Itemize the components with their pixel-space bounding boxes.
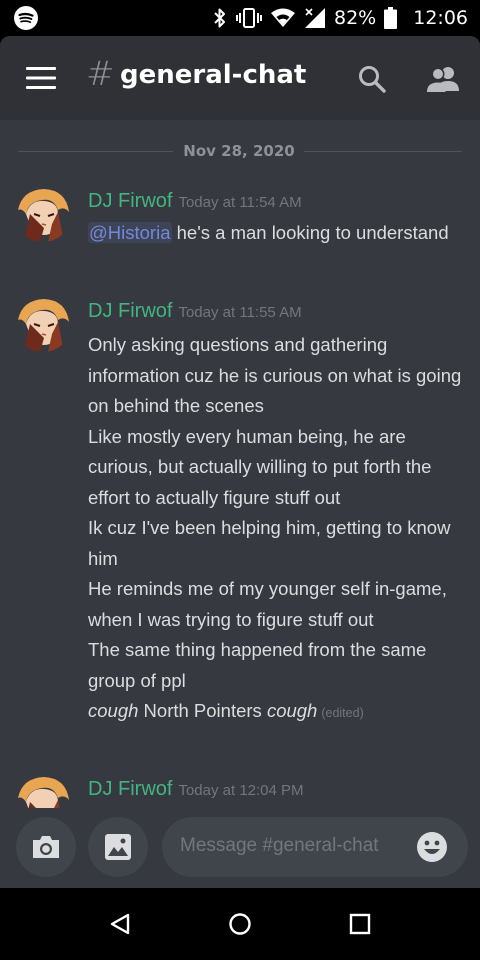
members-icon[interactable] [426, 64, 460, 94]
image-button[interactable] [88, 817, 148, 877]
emoji-icon[interactable] [416, 831, 448, 863]
message-text: he's a man looking to understand [171, 222, 449, 243]
message-line-last: cough North Pointers cough (edited) [88, 696, 468, 729]
message-author[interactable]: DJ Firwof [88, 190, 172, 212]
chat-app: # general-chat Nov 28, 2020 DJ Firwof To… [0, 36, 480, 888]
message-timestamp: Today at 11:54 AM [178, 194, 302, 211]
message-input-placeholder: Message #general-chat [180, 835, 379, 856]
signal-icon [305, 8, 325, 28]
message-timestamp: Today at 11:55 AM [178, 304, 302, 321]
message-text: North Pointers [138, 700, 267, 721]
battery-percent: 82% [334, 7, 377, 29]
avatar[interactable] [14, 184, 72, 242]
message-input[interactable]: Message #general-chat [162, 817, 468, 877]
status-bar: 82% 12:06 [0, 0, 480, 36]
menu-icon[interactable] [26, 66, 56, 90]
italic-text: cough [266, 700, 318, 721]
recents-icon[interactable] [348, 912, 372, 936]
date-divider-label: Nov 28, 2020 [183, 142, 295, 160]
channel-hash-icon: # [86, 54, 115, 94]
search-icon[interactable] [358, 65, 386, 93]
channel-header: # general-chat [0, 36, 480, 120]
message-author[interactable]: DJ Firwof [88, 300, 172, 322]
channel-title: general-chat [120, 60, 307, 90]
system-nav-bar [0, 888, 480, 960]
message-timestamp: Today at 12:04 PM [178, 782, 304, 799]
message-author[interactable]: DJ Firwof [88, 778, 172, 800]
battery-icon [384, 7, 398, 29]
bluetooth-icon [214, 8, 225, 28]
date-divider: Nov 28, 2020 [18, 140, 462, 162]
wifi-icon [271, 8, 295, 27]
message-line: He reminds me of my younger self in-game… [88, 578, 447, 630]
message-input-bar: Message #general-chat [0, 808, 480, 888]
image-icon [105, 834, 131, 860]
user-mention[interactable]: @Historia [88, 222, 172, 243]
message-line: Like mostly every human being, he are cu… [88, 425, 432, 508]
edited-label: (edited) [321, 706, 364, 720]
clock: 12:06 [413, 7, 468, 29]
vibrate-icon [236, 8, 262, 28]
camera-button[interactable] [16, 817, 76, 877]
message-line: The same thing happened from the same gr… [88, 639, 427, 691]
italic-text: cough [88, 700, 139, 721]
back-icon[interactable] [109, 912, 133, 936]
spotify-icon [14, 6, 38, 30]
home-icon[interactable] [228, 912, 252, 936]
message-line: Ik cuz I've been helping him, getting to… [88, 517, 451, 569]
message-line: Only asking questions and gathering info… [88, 334, 462, 416]
avatar[interactable] [14, 294, 72, 352]
camera-icon [33, 836, 59, 858]
